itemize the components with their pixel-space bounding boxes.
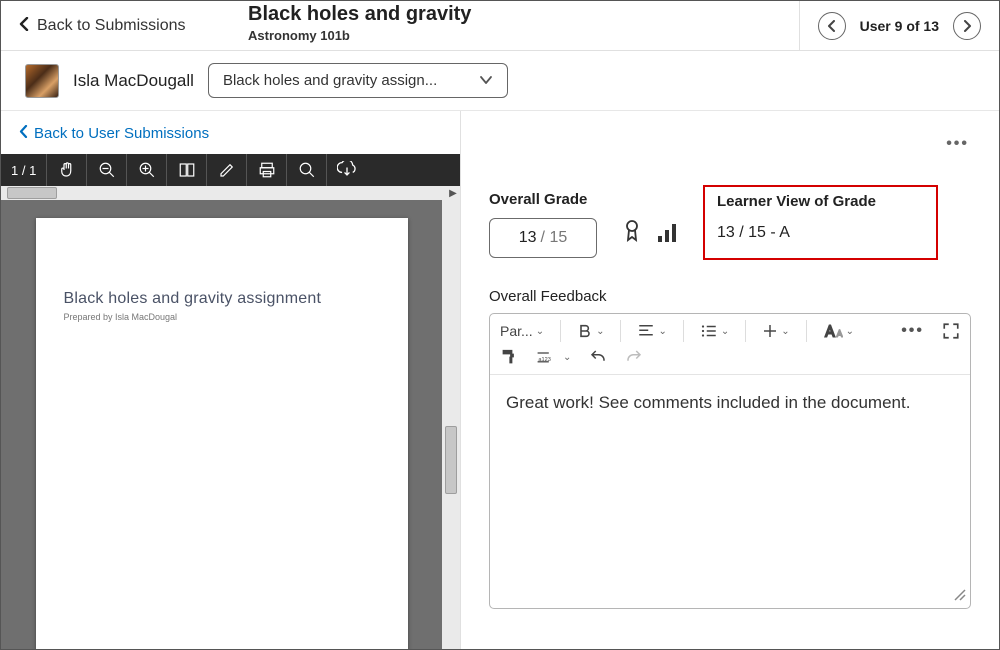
pdf-viewer: 1 / 1	[1, 154, 460, 650]
annotate-button[interactable]	[207, 154, 247, 186]
prev-user-button[interactable]	[818, 12, 846, 40]
grade-input[interactable]: 13 / 15	[489, 218, 597, 258]
vertical-scrollbar[interactable]	[442, 200, 460, 650]
separator	[806, 320, 807, 342]
document-subtitle: Prepared by Isla MacDougal	[64, 312, 380, 322]
document-title: Black holes and gravity assignment	[64, 290, 380, 308]
chevron-left-icon	[19, 125, 28, 142]
stats-icon[interactable]	[657, 223, 679, 248]
separator	[745, 320, 746, 342]
user-avatar	[25, 64, 59, 98]
print-button[interactable]	[247, 154, 287, 186]
rubric-icon[interactable]	[623, 219, 641, 248]
insert-button[interactable]: ⌄	[762, 323, 789, 339]
pdf-page: Black holes and gravity assignment Prepa…	[36, 218, 408, 650]
learner-view-label: Learner View of Grade	[717, 193, 876, 210]
page-layout-button[interactable]	[167, 154, 207, 186]
overall-grade-label: Overall Grade	[489, 191, 597, 208]
zoom-in-button[interactable]	[127, 154, 167, 186]
horizontal-scrollbar[interactable]: ▶	[1, 186, 460, 200]
chevron-down-icon	[479, 72, 493, 89]
chevron-down-icon: ⌄	[596, 326, 604, 337]
format-painter-button[interactable]	[500, 348, 518, 366]
title-block: Black holes and gravity Astronomy 101b	[236, 1, 799, 50]
back-to-submissions-link[interactable]: Back to Submissions	[1, 1, 236, 50]
chevron-down-icon: ⌄	[846, 326, 854, 337]
chevron-down-icon: ⌄	[658, 326, 666, 337]
scrollbar-thumb[interactable]	[7, 187, 57, 199]
search-button[interactable]	[287, 154, 327, 186]
paragraph-style-dropdown[interactable]: Par... ⌄	[500, 323, 544, 339]
align-button[interactable]: ⌄	[637, 323, 666, 339]
overall-feedback-label: Overall Feedback	[489, 288, 971, 305]
assignment-dropdown[interactable]: Black holes and gravity assign...	[208, 63, 508, 98]
bold-button[interactable]: ⌄	[577, 323, 604, 339]
page-indicator: 1 / 1	[1, 154, 47, 186]
fullscreen-button[interactable]	[942, 322, 960, 340]
chevron-down-icon: ⌄	[563, 352, 571, 363]
grade-max: / 15	[541, 229, 568, 247]
scroll-right-arrow[interactable]: ▶	[447, 187, 459, 199]
paragraph-style-label: Par...	[500, 323, 533, 339]
more-actions-button[interactable]: •••	[946, 135, 969, 153]
chevron-down-icon: ⌄	[781, 326, 789, 337]
separator	[683, 320, 684, 342]
editor-more-button[interactable]: •••	[901, 322, 924, 340]
user-name-label: Isla MacDougall	[73, 71, 194, 91]
back-to-user-submissions-label: Back to User Submissions	[34, 125, 209, 142]
feedback-editor: Par... ⌄ ⌄ ⌄ ⌄	[489, 313, 971, 609]
pan-tool-button[interactable]	[47, 154, 87, 186]
next-user-button[interactable]	[953, 12, 981, 40]
learner-view-highlight: Learner View of Grade 13 / 15 - A	[703, 185, 938, 260]
list-button[interactable]: ⌄	[700, 323, 729, 339]
back-to-user-submissions-link[interactable]: Back to User Submissions	[1, 111, 460, 154]
separator	[560, 320, 561, 342]
user-count-label: User 9 of 13	[860, 18, 939, 34]
download-button[interactable]	[327, 154, 367, 186]
resize-handle-icon[interactable]	[952, 587, 966, 606]
zoom-out-button[interactable]	[87, 154, 127, 186]
pdf-toolbar: 1 / 1	[1, 154, 460, 186]
undo-button[interactable]	[589, 348, 607, 366]
chevron-down-icon: ⌄	[536, 326, 544, 337]
learner-view-value: 13 / 15 - A	[717, 224, 876, 242]
redo-button[interactable]	[625, 348, 643, 366]
back-to-submissions-label: Back to Submissions	[37, 17, 186, 35]
separator	[620, 320, 621, 342]
scrollbar-thumb[interactable]	[445, 426, 457, 494]
grade-score: 13	[519, 229, 537, 247]
assignment-dropdown-label: Black holes and gravity assign...	[223, 72, 437, 89]
font-button[interactable]: ⌄	[823, 323, 854, 339]
page-title: Black holes and gravity	[248, 3, 799, 26]
feedback-textarea[interactable]: Great work! See comments included in the…	[490, 375, 970, 608]
chevron-left-icon	[19, 15, 29, 36]
equation-button[interactable]: a123 ⌄	[536, 349, 571, 365]
course-name: Astronomy 101b	[248, 28, 799, 43]
chevron-down-icon: ⌄	[721, 326, 729, 337]
